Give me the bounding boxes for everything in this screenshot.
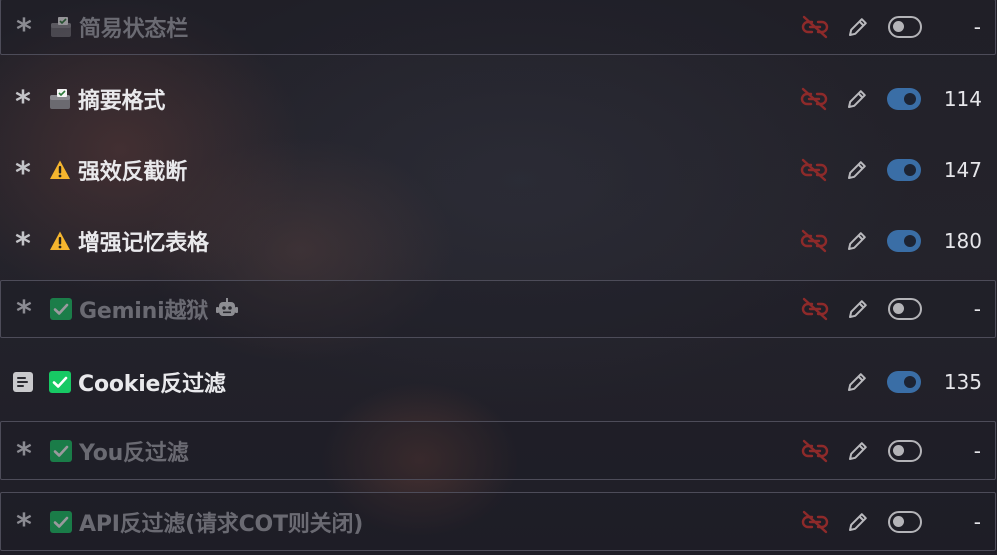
unlink-icon[interactable] [800, 87, 828, 111]
token-count: 180 [943, 228, 982, 253]
unlink-icon[interactable] [800, 229, 828, 253]
edit-pencil-icon[interactable] [845, 370, 869, 394]
prompt-row: * 简易状态栏 - [0, 0, 996, 55]
prompt-title-text: Gemini越狱 [79, 299, 209, 324]
drag-handle-icon[interactable]: * [11, 158, 35, 188]
checkmark-icon [50, 510, 72, 533]
token-count: 114 [943, 86, 982, 111]
checkmark-icon [50, 298, 72, 320]
prompt-row: * Gemini越狱 - [0, 280, 996, 338]
prompt-title[interactable]: Cookie反过滤 [78, 366, 226, 398]
token-count: 147 [943, 157, 982, 182]
unlink-icon[interactable] [801, 297, 829, 321]
document-icon[interactable] [11, 370, 35, 394]
prompt-title[interactable]: API反过滤(请求COT则关闭) [79, 506, 363, 538]
enable-toggle[interactable] [887, 158, 921, 181]
prompt-row: * 强效反截断 147 [0, 134, 996, 205]
drag-handle-icon[interactable]: * [11, 229, 35, 259]
prompt-title[interactable]: 增强记忆表格 [78, 225, 209, 257]
enable-toggle[interactable] [887, 370, 921, 393]
token-count: - [973, 297, 981, 321]
prompt-row: * You反过滤 - [0, 421, 996, 480]
drag-handle-icon[interactable]: * [12, 510, 36, 540]
unlink-icon[interactable] [801, 15, 829, 39]
prompt-title-text: 简易状态栏 [79, 17, 189, 42]
prompt-title-text: API反过滤(请求COT则关闭) [79, 511, 364, 537]
warning-icon [49, 230, 71, 252]
checkmark-icon [50, 439, 72, 462]
token-count: 135 [943, 369, 982, 394]
enable-toggle[interactable] [888, 439, 922, 462]
checkmark-icon [49, 370, 71, 393]
prompt-row: Cookie反过滤 135 [0, 346, 996, 417]
edit-pencil-icon[interactable] [845, 87, 869, 111]
prompt-row: * 增强记忆表格 180 [0, 205, 996, 276]
prompt-title[interactable]: 摘要格式 [78, 83, 165, 115]
unlink-icon[interactable] [801, 510, 829, 534]
enable-toggle[interactable] [888, 510, 922, 533]
enable-toggle[interactable] [888, 16, 922, 38]
token-count: - [973, 15, 981, 39]
warning-icon [49, 159, 71, 181]
edit-pencil-icon[interactable] [846, 510, 870, 534]
edit-pencil-icon[interactable] [846, 15, 870, 39]
prompt-title-text: 摘要格式 [78, 88, 166, 114]
enable-toggle[interactable] [888, 298, 922, 320]
unlink-icon[interactable] [801, 439, 829, 463]
prompt-row: * API反过滤(请求COT则关闭) - [0, 492, 996, 551]
prompt-title[interactable]: 简易状态栏 [79, 11, 188, 43]
prompt-title[interactable]: Gemini越狱 [79, 293, 239, 325]
drag-handle-icon[interactable]: * [12, 297, 36, 328]
drag-handle-icon[interactable]: * [12, 439, 36, 469]
enable-toggle[interactable] [887, 229, 921, 252]
prompt-list: * 简易状态栏 - * 摘要格式 114 * 强效反截断 147 * 增强记忆表格 180 * Gemin… [0, 0, 997, 555]
unlink-icon[interactable] [800, 158, 828, 182]
token-count: - [973, 438, 981, 463]
drag-handle-icon[interactable]: * [12, 15, 36, 46]
robot-icon [216, 298, 239, 324]
prompt-title-text: Cookie反过滤 [78, 371, 226, 397]
prompt-title-text: You反过滤 [79, 440, 189, 466]
edit-pencil-icon[interactable] [845, 229, 869, 253]
edit-pencil-icon[interactable] [845, 158, 869, 182]
prompt-title[interactable]: You反过滤 [79, 435, 189, 467]
clipboard-icon [50, 16, 72, 38]
drag-handle-icon[interactable]: * [11, 87, 35, 117]
token-count: - [973, 509, 981, 534]
prompt-row: * 摘要格式 114 [0, 63, 996, 134]
edit-pencil-icon[interactable] [846, 297, 870, 321]
prompt-title-text: 增强记忆表格 [78, 230, 209, 256]
enable-toggle[interactable] [887, 87, 921, 110]
clipboard-icon [49, 88, 71, 110]
edit-pencil-icon[interactable] [846, 439, 870, 463]
prompt-title[interactable]: 强效反截断 [78, 154, 187, 186]
prompt-title-text: 强效反截断 [78, 159, 188, 185]
